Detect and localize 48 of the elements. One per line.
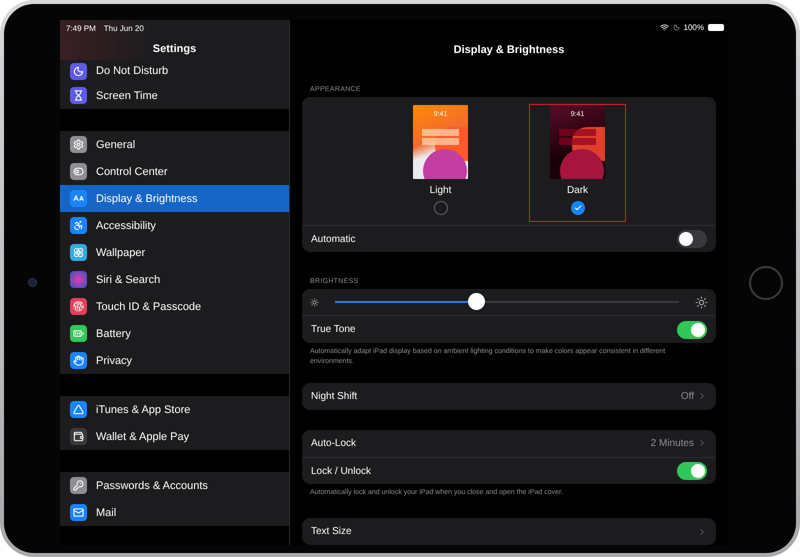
- page-title: Display & Brightness: [452, 44, 566, 56]
- settings-app-icon: [70, 325, 87, 342]
- battery-percent: 100%: [684, 23, 704, 32]
- settings-app-icon: [70, 504, 87, 521]
- settings-app-icon: [70, 401, 87, 418]
- settings-app-icon: [70, 352, 87, 369]
- wifi-icon: [660, 23, 669, 32]
- row-label: Auto-Lock: [311, 438, 356, 449]
- battery-icon: [708, 24, 724, 32]
- settings-app-icon: [70, 244, 87, 261]
- settings-row[interactable]: Lock / Unlock: [302, 456, 716, 484]
- radio-button[interactable]: [434, 200, 448, 215]
- settings-app-icon: [70, 136, 87, 153]
- settings-app-icon: [70, 477, 87, 494]
- row-label: Text Size: [311, 526, 352, 538]
- toggle-switch[interactable]: [677, 230, 707, 248]
- sidebar-title: Settings: [152, 43, 198, 55]
- row-value: Off: [680, 390, 694, 402]
- option-label: Light: [430, 184, 452, 196]
- settings-app-icon: [70, 163, 87, 180]
- settings-app-icon: [70, 298, 87, 315]
- camera-icon: [28, 278, 36, 287]
- row-label: Night Shift: [311, 390, 358, 402]
- settings-app-icon: [70, 87, 87, 104]
- row-label: True Tone: [311, 324, 356, 336]
- settings-app-icon: [70, 271, 87, 288]
- settings-app-icon: [70, 190, 87, 207]
- sun-small-icon: [310, 298, 319, 307]
- status-time: 7:49 PM: [66, 24, 96, 33]
- checkmark-icon: [574, 204, 582, 212]
- radio-button[interactable]: [570, 200, 584, 215]
- status-date: Thu Jun 20: [104, 24, 144, 33]
- row-label: Automatic: [311, 234, 356, 245]
- sun-large-icon: [695, 296, 708, 309]
- settings-app-icon: [70, 217, 87, 234]
- sidebar-item[interactable]: Display & Brightness: [60, 185, 289, 212]
- settings-row[interactable]: Night Shift Off: [302, 382, 716, 410]
- toggle-switch[interactable]: [677, 320, 707, 339]
- settings-row[interactable]: Text Size: [302, 518, 716, 545]
- toggle-switch[interactable]: [677, 462, 707, 480]
- settings-row[interactable]: Auto-Lock 2 Minutes: [302, 430, 716, 457]
- slider-thumb[interactable]: [468, 293, 486, 310]
- option-label: Dark: [566, 184, 588, 196]
- moon-icon: [672, 24, 680, 32]
- settings-app-icon: [70, 428, 87, 445]
- row-label: Lock / Unlock: [311, 466, 372, 477]
- row-value: 2 Minutes: [650, 438, 694, 449]
- settings-app-icon: [70, 62, 87, 80]
